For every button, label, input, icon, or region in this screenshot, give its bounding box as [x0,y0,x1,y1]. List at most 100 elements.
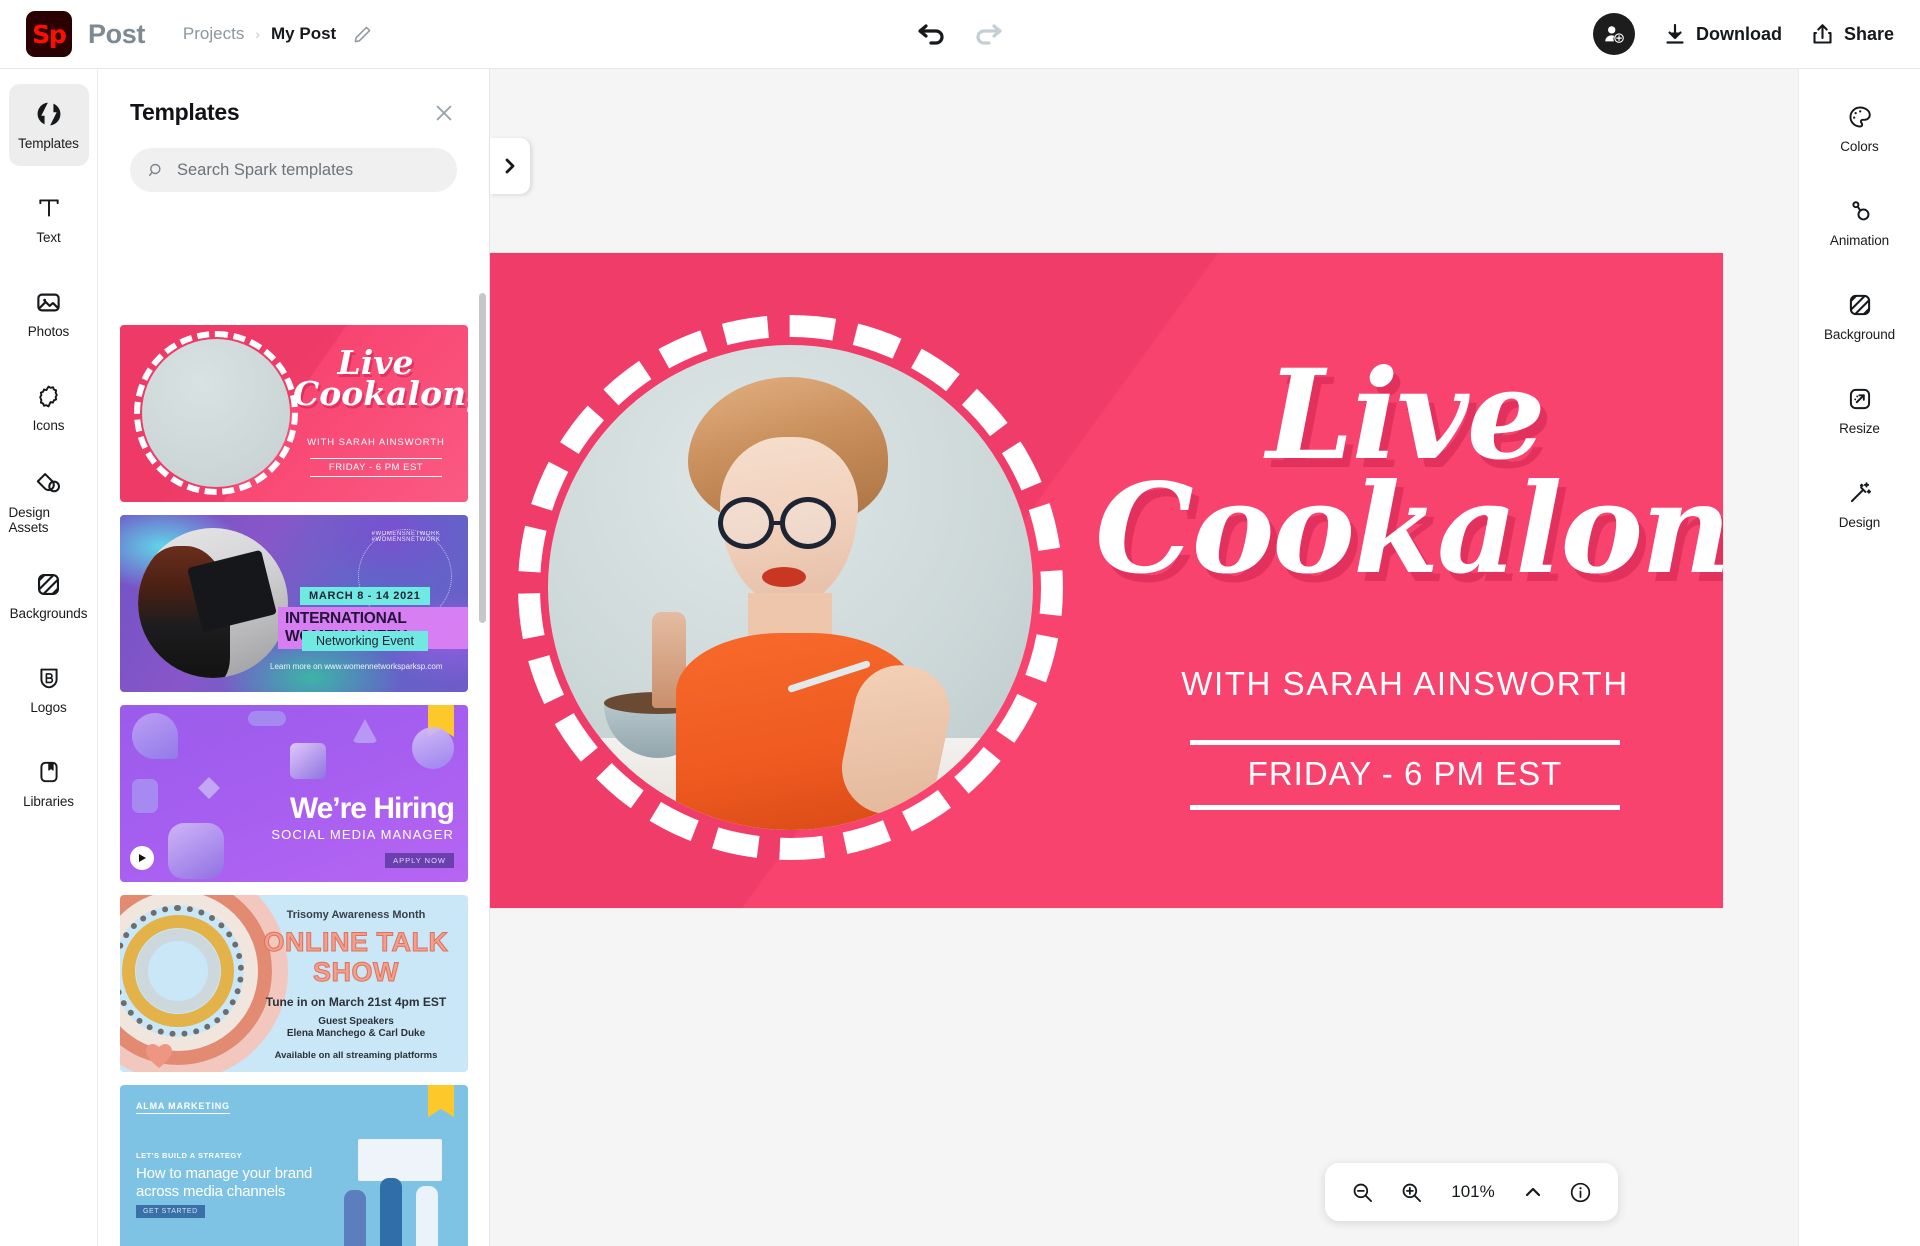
play-icon [130,846,154,870]
template-subtitle: WITH SARAH AINSWORTH [307,437,445,448]
share-button[interactable]: Share [1812,23,1894,45]
left-tool-rail: Templates Text Photos Icons Design Asset… [0,69,98,1246]
sidebar-item-backgrounds[interactable]: Backgrounds [9,554,89,636]
template-title: We’re Hiring [289,792,455,825]
pencil-icon[interactable] [351,23,373,45]
template-guests-label: Guest Speakers [318,1016,394,1027]
app-brand[interactable]: Sp Post [26,11,145,57]
sidebar-item-resize[interactable]: Resize [1808,369,1912,451]
decorative-shape [290,743,326,779]
logos-icon [36,663,62,693]
zoom-toolbar: 101% [1325,1163,1618,1221]
sidebar-item-label: Libraries [23,794,74,809]
search-wrapper [98,126,489,192]
download-button[interactable]: Download [1665,23,1782,45]
sidebar-item-design-assets[interactable]: Design Assets [9,460,89,542]
sidebar-item-label: Icons [32,418,65,433]
sidebar-item-photos[interactable]: Photos [9,272,89,354]
design-title[interactable]: Live Cookalong [1095,343,1723,603]
sidebar-item-label: Templates [18,136,79,151]
panel-collapse-button[interactable] [490,138,530,194]
sidebar-item-label: Animation [1829,233,1890,248]
list-item[interactable]: Live Cookalong WITH SARAH AINSWORTH FRID… [120,325,468,502]
design-artboard[interactable]: Live Cookalong WITH SARAH AINSWORTH FRID… [490,253,1723,908]
design-photo-frame[interactable] [518,315,1063,860]
history-tools [918,19,1002,49]
chevron-right-icon [502,156,518,176]
spark-logo-icon: Sp [26,11,72,57]
text-icon [36,193,62,223]
list-item[interactable]: #WOMENSNETWORK #WOMENSNETWORK MARCH 8 - … [120,515,468,692]
template-subtitle: Networking Event [302,631,428,651]
decorative-figure [344,1190,366,1246]
sidebar-item-design[interactable]: Design [1808,463,1912,545]
page-title: Templates [130,99,240,125]
search-input[interactable] [177,160,439,180]
template-footer: Learn more on www.womennetworksparksp.co… [270,662,443,671]
template-title-line1: ONLINE TALK [263,927,449,958]
design-badge[interactable]: FRIDAY - 6 PM EST [1190,740,1620,810]
info-icon[interactable] [1569,1181,1592,1204]
sidebar-item-label: Colors [1840,139,1879,154]
scrollbar-thumb[interactable] [479,293,486,623]
design-title-line2: Cookalong [1095,457,1723,603]
template-eyebrow: Trisomy Awareness Month [286,909,426,921]
sidebar-item-background[interactable]: Background [1808,275,1912,357]
zoom-out-icon[interactable] [1351,1181,1374,1204]
undo-arrow-icon[interactable] [918,19,948,49]
sidebar-item-templates[interactable]: Templates [8,84,89,166]
sidebar-item-logos[interactable]: Logos [9,648,89,730]
zoom-in-icon[interactable] [1400,1181,1423,1204]
design-title-line1: Live [1266,343,1545,488]
decorative-dashed-ring [518,315,1063,860]
resize-icon [1847,384,1873,414]
sidebar-item-label: Backgrounds [9,606,88,621]
decorative-shape [198,777,220,799]
thumbnail-photo [138,528,288,678]
decorative-rainbow [136,929,220,1013]
sidebar-item-label: Text [36,230,61,245]
search-icon [148,162,165,179]
template-cta: GET STARTED [136,1205,205,1218]
redo-arrow-icon[interactable] [972,19,1002,49]
icons-icon [35,381,62,411]
chevron-up-icon[interactable] [1523,1184,1543,1200]
sidebar-item-label: Design Assets [8,504,51,535]
search-box[interactable] [130,148,457,192]
sidebar-item-label: Design [1838,515,1881,530]
template-badge: FRIDAY - 6 PM EST [310,458,442,477]
sidebar-item-colors[interactable]: Colors [1808,87,1912,169]
template-availability: Available on all streaming platforms [274,1050,438,1061]
list-item[interactable]: ALMA MARKETING LET'S BUILD A STRATEGY Ho… [120,1085,468,1246]
magic-wand-icon [1847,478,1873,508]
list-item[interactable]: Trisomy Awareness Month ONLINE TALK SHOW… [120,895,468,1072]
template-date: MARCH 8 - 14 2021 [300,587,430,605]
photos-icon [35,287,62,317]
panel-header: Templates [98,69,489,126]
background-icon [1847,290,1873,320]
decorative-shape [132,779,158,813]
add-person-icon[interactable] [1592,13,1635,55]
spark-logo-text: Sp [32,19,67,49]
templates-icon [35,99,63,129]
right-tool-rail: Colors Animation Background Resize Desig… [1798,69,1920,1246]
template-brand: ALMA MARKETING [136,1101,230,1114]
breadcrumb: Projects › My Post [183,23,373,45]
close-icon[interactable] [431,100,457,126]
decorative-shape [132,713,178,759]
app-name: Post [88,18,145,49]
decorative-figure [380,1178,402,1246]
sidebar-item-libraries[interactable]: Libraries [9,742,89,824]
zoom-level[interactable]: 101% [1449,1182,1497,1202]
template-eyebrow: LET'S BUILD A STRATEGY [136,1151,243,1160]
breadcrumb-projects[interactable]: Projects [183,24,244,44]
sidebar-item-text[interactable]: Text [9,178,89,260]
design-subtitle[interactable]: WITH SARAH AINSWORTH [1095,665,1715,703]
templates-scroll-area[interactable]: Live Cookalong WITH SARAH AINSWORTH FRID… [98,259,489,1246]
list-item[interactable]: We’re Hiring SOCIAL MEDIA MANAGER APPLY … [120,705,468,882]
template-subtitle: SOCIAL MEDIA MANAGER [271,827,454,842]
breadcrumb-current-project[interactable]: My Post [271,24,336,44]
sidebar-item-icons[interactable]: Icons [9,366,89,448]
premium-ribbon-icon [428,1085,454,1117]
sidebar-item-animation[interactable]: Animation [1808,181,1912,263]
